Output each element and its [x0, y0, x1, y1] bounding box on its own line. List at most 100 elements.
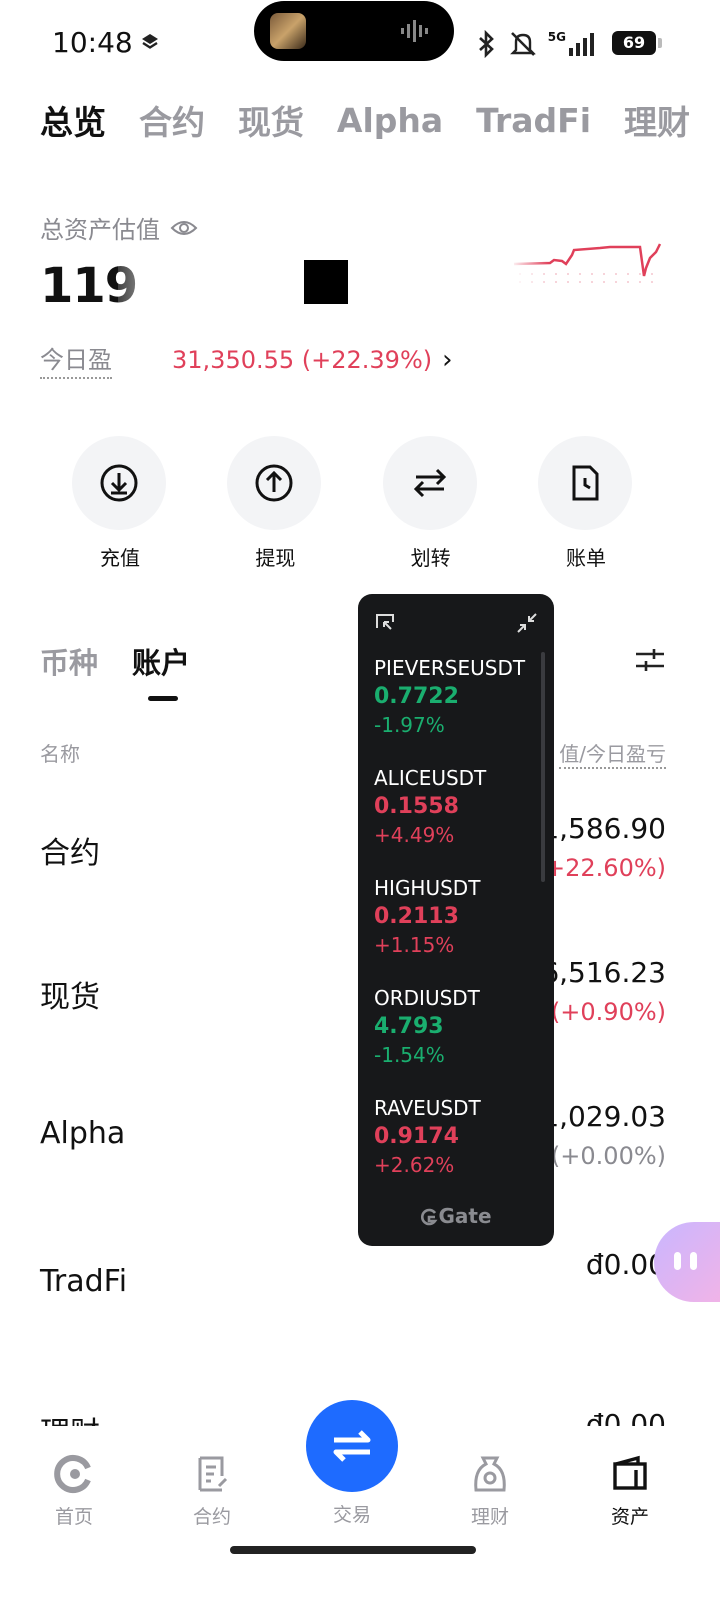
- ticker-symbol: ALICEUSDT: [374, 766, 487, 790]
- chevron-right-icon: ›: [442, 344, 453, 375]
- futures-icon: [198, 1456, 228, 1492]
- account-change: +22.60%): [545, 854, 666, 882]
- ticker-price: 0.7722: [374, 684, 459, 709]
- asset-view-tabs: 币种 账户: [40, 640, 190, 701]
- total-assets-label-row: 总资产估值: [40, 210, 198, 245]
- account-change: (+0.00%): [550, 1142, 666, 1170]
- tab-alpha[interactable]: Alpha: [337, 101, 443, 140]
- account-row-tradfi[interactable]: TradFi đ0.00: [40, 1248, 666, 1338]
- withdraw-label: 提现: [255, 546, 296, 570]
- account-name: Alpha: [40, 1116, 126, 1151]
- ticker-change: +2.62%: [374, 1153, 455, 1177]
- nav-futures[interactable]: 合约: [172, 1454, 252, 1529]
- transfer-icon: [413, 468, 446, 498]
- earn-icon: [474, 1456, 506, 1492]
- nav-futures-label: 合约: [192, 1506, 231, 1528]
- total-assets-label: 总资产估值: [40, 216, 160, 244]
- system-icons: 5G: [476, 30, 598, 58]
- trade-button[interactable]: [306, 1400, 398, 1492]
- assistant-eye-icon: [690, 1252, 697, 1270]
- ticker-price: 0.2113: [374, 904, 459, 929]
- wallet-icon: [613, 1455, 647, 1490]
- transfer-button[interactable]: 划转: [382, 436, 479, 571]
- nav-assets-label: 资产: [610, 1506, 649, 1528]
- nav-assets[interactable]: 资产: [590, 1454, 670, 1529]
- column-name-header: 名称: [40, 742, 80, 766]
- tab-earn[interactable]: 理财: [624, 96, 690, 144]
- today-pnl-label: 今日盈: [40, 340, 112, 379]
- layers-icon: [142, 34, 158, 49]
- status-time: 10:48: [52, 26, 133, 59]
- quick-actions: 充值 提现 划转 账单: [72, 436, 634, 571]
- account-name: 理财: [40, 1408, 100, 1426]
- floating-ticker-window[interactable]: PIEVERSEUSDT 0.7722 -1.97% ALICEUSDT 0.1…: [358, 594, 554, 1246]
- tab-by-account[interactable]: 账户: [132, 640, 190, 701]
- deposit-label: 充值: [100, 546, 140, 570]
- bill-button[interactable]: 账单: [537, 436, 634, 571]
- bill-icon: [572, 465, 599, 501]
- bluetooth-icon: [478, 30, 494, 58]
- bottom-navigation: 首页 合约 交易 理财 资产: [0, 1400, 720, 1600]
- assistant-eye-icon: [674, 1252, 681, 1270]
- tab-overview[interactable]: 总览: [40, 96, 106, 144]
- tab-tradfi[interactable]: TradFi: [476, 101, 591, 140]
- nav-home-label: 首页: [54, 1506, 93, 1528]
- filter-settings-icon[interactable]: [634, 646, 666, 674]
- tab-spot[interactable]: 现货: [238, 96, 304, 144]
- nav-trade-label: 交易: [332, 1504, 371, 1526]
- ticker-symbol: RAVEUSDT: [374, 1096, 481, 1120]
- ticker-symbol: HIGHUSDT: [374, 876, 481, 900]
- transfer-label: 划转: [410, 546, 451, 570]
- column-value-header[interactable]: 值/今日盈亏: [559, 738, 666, 769]
- pip-expand-icon[interactable]: [374, 612, 396, 634]
- nav-home[interactable]: 首页: [34, 1454, 114, 1529]
- ticker-item[interactable]: RAVEUSDT 0.9174 +2.62%: [374, 1096, 544, 1177]
- audio-wave-icon: [401, 20, 428, 42]
- account-name: 合约: [40, 836, 100, 871]
- today-pnl-value: 31,350.55 (+22.39%): [172, 345, 433, 374]
- ticker-item[interactable]: PIEVERSEUSDT 0.7722 -1.97%: [374, 656, 544, 737]
- deposit-icon: [100, 464, 138, 502]
- collapse-icon[interactable]: [516, 612, 538, 634]
- ticker-price: 4.793: [374, 1014, 444, 1039]
- deposit-button[interactable]: 充值: [72, 436, 168, 571]
- account-name: TradFi: [40, 1264, 128, 1299]
- account-row-futures[interactable]: 合约 1,586.90 +22.60%): [40, 812, 666, 902]
- ticker-symbol: PIEVERSEUSDT: [374, 656, 526, 680]
- gate-logo: Gate: [358, 1204, 554, 1228]
- tab-futures[interactable]: 合约: [139, 96, 205, 144]
- redaction-box: [304, 260, 348, 304]
- withdraw-button[interactable]: 提现: [227, 436, 323, 571]
- signal-icon: [569, 33, 594, 56]
- account-amount: 1,586.90: [541, 812, 666, 845]
- battery-indicator: 69: [612, 31, 662, 55]
- ticker-item[interactable]: ALICEUSDT 0.1558 +4.49%: [374, 766, 544, 847]
- ticker-item[interactable]: HIGHUSDT 0.2113 +1.15%: [374, 876, 544, 957]
- status-bar: 10:48 5G 69: [0, 0, 720, 90]
- nav-earn[interactable]: 理财: [450, 1454, 530, 1529]
- eye-icon[interactable]: [170, 218, 198, 238]
- ticker-item[interactable]: ORDIUSDT 4.793 -1.54%: [374, 986, 544, 1067]
- account-row-spot[interactable]: 现货 6,516.23 (+0.90%): [40, 956, 666, 1046]
- account-change: (+0.90%): [550, 998, 666, 1026]
- account-row-alpha[interactable]: Alpha 1,029.03 (+0.00%): [40, 1100, 666, 1190]
- today-pnl-row[interactable]: 今日盈 31,350.55 (+22.39%) ›: [40, 340, 453, 379]
- account-amount: 6,516.23: [541, 956, 666, 989]
- ticker-change: -1.97%: [374, 713, 445, 737]
- account-amount: đ0.00: [585, 1408, 666, 1426]
- withdraw-icon: [255, 464, 293, 502]
- value-privacy-mask: [118, 256, 298, 314]
- home-icon: [54, 1455, 91, 1493]
- ticker-symbol: ORDIUSDT: [374, 986, 480, 1010]
- top-tab-bar: 总览 合约 现货 Alpha TradFi 理财: [40, 96, 690, 144]
- asset-trend-sparkline[interactable]: [510, 230, 666, 290]
- network-type: 5G: [547, 30, 566, 44]
- dynamic-island[interactable]: [254, 1, 454, 61]
- home-indicator[interactable]: [230, 1546, 476, 1554]
- ticker-change: -1.54%: [374, 1043, 445, 1067]
- tab-by-coin[interactable]: 币种: [40, 640, 98, 682]
- gate-logo-icon: [421, 1208, 438, 1226]
- gate-brand-text: Gate: [438, 1204, 492, 1228]
- bill-label: 账单: [565, 546, 606, 570]
- mute-icon: [509, 32, 536, 56]
